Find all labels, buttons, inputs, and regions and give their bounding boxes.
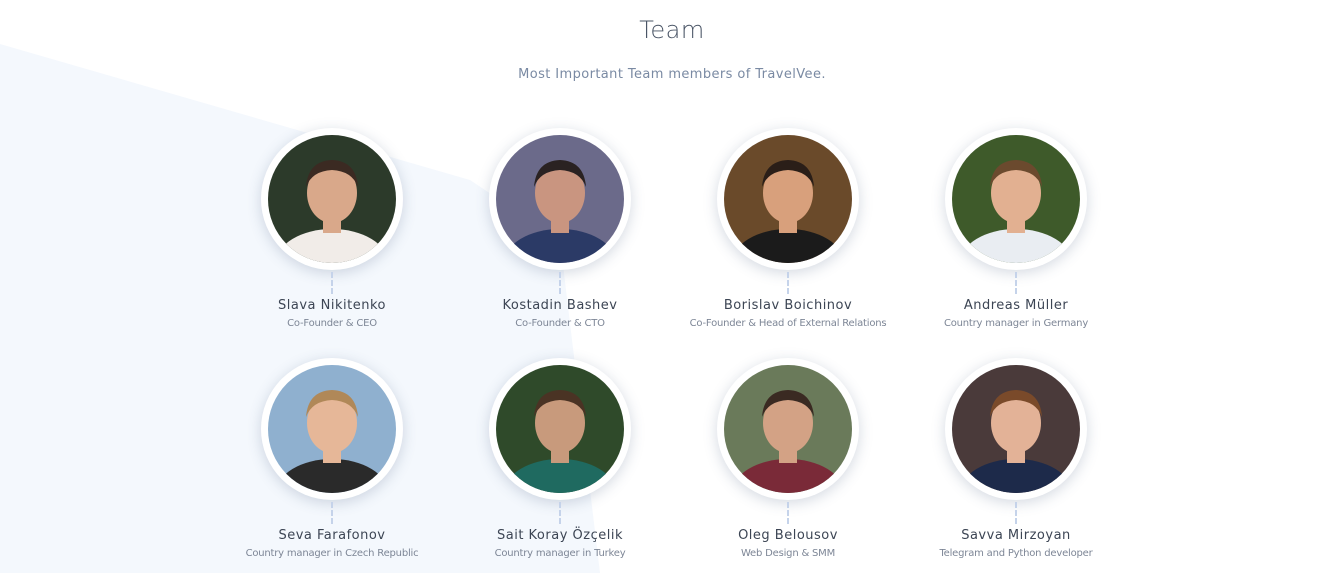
avatar [724, 135, 852, 263]
section-subtitle: Most Important Team members of TravelVee… [518, 67, 826, 82]
avatar [268, 365, 396, 493]
avatar-frame [945, 358, 1087, 500]
connector-line [331, 502, 333, 524]
member-name: Savva Mirzoyan [961, 528, 1071, 543]
portrait-photo [952, 135, 1080, 263]
portrait-photo [268, 135, 396, 263]
avatar [496, 365, 624, 493]
avatar [268, 135, 396, 263]
avatar [496, 135, 624, 263]
avatar-frame [717, 128, 859, 270]
member-role: Co-Founder & CTO [515, 318, 605, 329]
connector-line [1015, 272, 1017, 294]
team-member-card: Andreas Müller Country manager in Germany [906, 128, 1126, 358]
member-name: Sait Koray Özçelik [497, 528, 623, 543]
connector-line [1015, 502, 1017, 524]
avatar [724, 365, 852, 493]
member-role: Co-Founder & Head of External Relations [689, 318, 887, 329]
connector-line [559, 272, 561, 294]
member-role: Telegram and Python developer [939, 548, 1093, 559]
portrait-photo [496, 135, 624, 263]
connector-line [331, 272, 333, 294]
avatar-frame [261, 128, 403, 270]
team-member-card: Slava Nikitenko Co-Founder & CEO [222, 128, 442, 358]
portrait-photo [724, 135, 852, 263]
team-member-card: Seva Farafonov Country manager in Czech R… [222, 358, 442, 573]
avatar-frame [261, 358, 403, 500]
portrait-photo [268, 365, 396, 493]
avatar-frame [489, 358, 631, 500]
section-title: Team [639, 16, 705, 44]
member-name: Borislav Boichinov [723, 298, 853, 313]
member-name: Kostadin Bashev [502, 298, 618, 313]
member-role: Country manager in Turkey [494, 548, 626, 559]
avatar [952, 365, 1080, 493]
member-name: Slava Nikitenko [278, 298, 386, 313]
member-name: Oleg Belousov [738, 528, 838, 543]
team-member-card: Savva Mirzoyan Telegram and Python develo… [906, 358, 1126, 573]
avatar-frame [489, 128, 631, 270]
avatar-frame [945, 128, 1087, 270]
team-member-card: Oleg Belousov Web Design & SMM [678, 358, 898, 573]
member-name: Andreas Müller [963, 298, 1069, 313]
avatar-frame [717, 358, 859, 500]
team-member-card: Sait Koray Özçelik Country manager in Tur… [450, 358, 670, 573]
connector-line [787, 272, 789, 294]
team-section: Team Most Important Team members of Trav… [0, 0, 1344, 573]
team-member-card: Borislav Boichinov Co-Founder & Head of E… [678, 128, 898, 358]
avatar [952, 135, 1080, 263]
portrait-photo [952, 365, 1080, 493]
member-role: Co-Founder & CEO [287, 318, 377, 329]
member-name: Seva Farafonov [278, 528, 386, 543]
connector-line [787, 502, 789, 524]
member-role: Web Design & SMM [740, 548, 836, 559]
connector-line [559, 502, 561, 524]
member-role: Country manager in Czech Republic [245, 548, 419, 559]
portrait-photo [724, 365, 852, 493]
background-shape [0, 44, 600, 573]
member-role: Country manager in Germany [943, 318, 1089, 329]
team-member-card: Kostadin Bashev Co-Founder & CTO [450, 128, 670, 358]
portrait-photo [496, 365, 624, 493]
